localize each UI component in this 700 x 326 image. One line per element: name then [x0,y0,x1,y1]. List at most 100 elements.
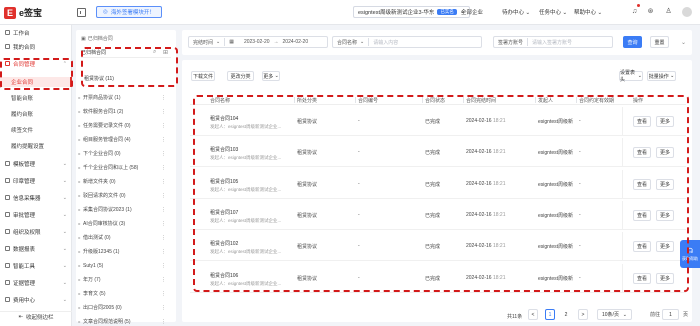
next-page-button[interactable]: > [578,309,588,320]
tree-node[interactable]: ▸ 借出测试 (0) ⋮ [76,233,176,242]
more-icon[interactable]: ⋮ [161,207,166,213]
caret-right-icon[interactable]: ▸ [76,179,83,184]
name-input[interactable]: 请输入内容 [373,39,398,46]
menu-fold-icon[interactable] [77,8,86,17]
tree-node[interactable]: ▸ 软件服务合同1 (2) ⋮ [76,107,176,116]
download-button[interactable]: 下载文件 [191,71,215,81]
sidebar-subitem-reminder-settings[interactable]: 履约提醒设置 [0,141,72,151]
sidebar-item-seals[interactable]: 印章管理 ⌄ [0,175,72,186]
set-header-button[interactable]: 设置表头 ⌄ [619,70,643,83]
tenant-switcher[interactable]: esigntest周级新测试企业3-华东 已实名 ⌄ [353,6,470,18]
tree-node[interactable]: ▸ 开票商品协议 (1) ⋮ [76,93,176,102]
caret-right-icon[interactable]: ▸ [76,151,83,156]
more-icon[interactable]: ⋮ [161,151,166,157]
tree-node[interactable]: ▸ Suty1 (5) ⋮ [76,261,176,270]
more-icon[interactable]: ⋮ [161,319,166,325]
sidebar-item-approvals[interactable]: 审批管理 ⌄ [0,209,72,220]
sidebar-item-templates[interactable]: 模板管理 ⌄ [0,158,72,169]
tree-node[interactable]: ▸ 组目服务管理合同 (4) ⋮ [76,135,176,144]
settings-icon[interactable]: ⊛ [646,7,655,16]
more-icon[interactable]: ⋮ [161,221,166,227]
chevron-down-icon[interactable]: ⌄ [681,39,686,46]
admin-icon[interactable]: ♙ [664,7,673,16]
sidebar-item-workbench[interactable]: 工作台 [0,27,72,38]
more-icon[interactable]: ⋮ [161,277,166,283]
caret-right-icon[interactable]: ▸ [76,207,83,212]
caret-right-icon[interactable]: ▸ [76,291,83,296]
sidebar-subitem-smart-ledger[interactable]: 智能台账 [0,93,72,103]
sidebar-item-my-contracts[interactable]: 我的合同 [0,41,72,52]
nav-help-center[interactable]: 帮助中心 ⌄ [574,8,602,16]
caret-right-icon[interactable]: ▸ [76,319,83,324]
query-button[interactable]: 查询 [623,36,642,48]
date-to[interactable]: 2024-02-20 [283,39,309,45]
more-icon[interactable]: ⋮ [161,109,166,115]
more-icon[interactable]: ⋮ [161,95,166,101]
caret-right-icon[interactable]: ▸ [76,95,83,100]
goto-page-input[interactable]: 1 [662,309,679,320]
caret-right-icon[interactable]: ▸ [76,165,83,170]
more-button[interactable]: 更多 ⌄ [262,71,280,81]
page-2-button[interactable]: 2 [561,309,571,320]
prev-page-button[interactable]: < [528,309,538,320]
more-icon[interactable]: ⋮ [161,249,166,255]
caret-right-icon[interactable]: ▸ [76,305,83,310]
batch-operations-button[interactable]: 批量操作 ⌄ [647,71,676,81]
nav-task-center[interactable]: 任务中心 ⌄ [539,8,567,16]
more-icon[interactable]: ⋮ [161,193,166,199]
sidebar-item-reports[interactable]: 数据报表 ⌄ [0,243,72,254]
change-category-button[interactable]: 更改分类 [227,71,254,81]
name-type-select[interactable]: 合同名称 [337,39,357,46]
tree-node[interactable]: ▸ AI合同审核协议 (3) ⋮ [76,219,176,228]
more-icon[interactable]: ⋮ [161,291,166,297]
tree-node[interactable]: ▸ 千个企业合同和以上 (58) ⋮ [76,163,176,172]
caret-right-icon[interactable]: ▸ [76,249,83,254]
date-range-filter[interactable]: 完结时间 ⌄ ▦ 2023-02-20 → 2024-02-20 [188,36,328,48]
page-size-select[interactable]: 10条/页 ⌄ [597,309,632,320]
bell-icon[interactable]: ♫ [630,7,639,16]
tree-node[interactable]: ▸ 下个企业合同 (0) ⋮ [76,149,176,158]
date-type-select[interactable]: 完结时间 [193,39,213,46]
sidebar-item-org-permissions[interactable]: 组织及权限 ⌄ [0,226,72,237]
more-icon[interactable]: ⋮ [161,123,166,129]
sidebar-item-billing[interactable]: 费用中心 ⌄ [0,294,72,305]
tree-node[interactable]: ▸ 出口合同2005 (0) ⋮ [76,303,176,312]
more-icon[interactable]: ⋮ [161,137,166,143]
tree-node[interactable]: ▸ 李育文 (5) ⋮ [76,289,176,298]
tree-node[interactable]: ▸ 年万 (7) ⋮ [76,275,176,284]
sidebar-subitem-renewal-files[interactable]: 续签文件 [0,125,72,135]
caret-right-icon[interactable]: ▸ [76,123,83,128]
signer-filter[interactable]: 签署方账号 请输入签署方账号 [493,36,613,48]
signer-input[interactable]: 请输入签署方账号 [532,39,572,46]
caret-right-icon[interactable]: ▸ [76,235,83,240]
sidebar-subitem-performance-ledger[interactable]: 履约台账 [0,109,72,119]
tree-node[interactable]: ▸ 升级版12345 (1) ⋮ [76,247,176,256]
date-from[interactable]: 2023-02-20 [244,39,270,45]
contract-name-filter[interactable]: 合同名称 ⌄ 请输入内容 [332,36,482,48]
caret-right-icon[interactable]: ▸ [76,277,83,282]
tree-node[interactable]: ▸ 驳回请求的文件 (0) ⋮ [76,191,176,200]
caret-right-icon[interactable]: ▸ [76,263,83,268]
caret-right-icon[interactable]: ▸ [76,137,83,142]
more-icon[interactable]: ⋮ [161,235,166,241]
brand-logo[interactable]: E e签宝 [4,6,42,19]
caret-right-icon[interactable]: ▸ [76,221,83,226]
page-1-button[interactable]: 1 [545,309,555,320]
collapse-sidebar-button[interactable]: ⇤ 收起侧边栏 [0,311,72,322]
tree-node[interactable]: ▸ 新增文件夹 (0) ⋮ [76,177,176,186]
caret-right-icon[interactable]: ▸ [76,109,83,114]
promo-banner[interactable]: ◎ 海外签署模块开！ [96,6,162,18]
tree-node[interactable]: ▸ 采集合同协议2023 (1) ⋮ [76,205,176,214]
reset-button[interactable]: 重置 [650,36,669,48]
tree-node[interactable]: ▸ 文章合同规范说明 (5) ⋮ [76,317,176,326]
nav-todo-center[interactable]: 待办中心 ⌄ [502,8,530,16]
more-icon[interactable]: ⋮ [161,179,166,185]
avatar[interactable] [682,7,692,17]
tree-node[interactable]: ▸ 任务需要记录文件 (0) ⋮ [76,121,176,130]
sidebar-item-smart-tools[interactable]: 智能工具 ⌄ [0,260,72,271]
caret-right-icon[interactable]: ▸ [76,193,83,198]
nav-all-enterprises[interactable]: 全部企业 [461,8,483,16]
more-icon[interactable]: ⋮ [161,263,166,269]
sidebar-item-evidence[interactable]: 证据管理 ⌄ [0,277,72,288]
sidebar-item-info-collector[interactable]: 信息采集器 ⌄ [0,192,72,203]
